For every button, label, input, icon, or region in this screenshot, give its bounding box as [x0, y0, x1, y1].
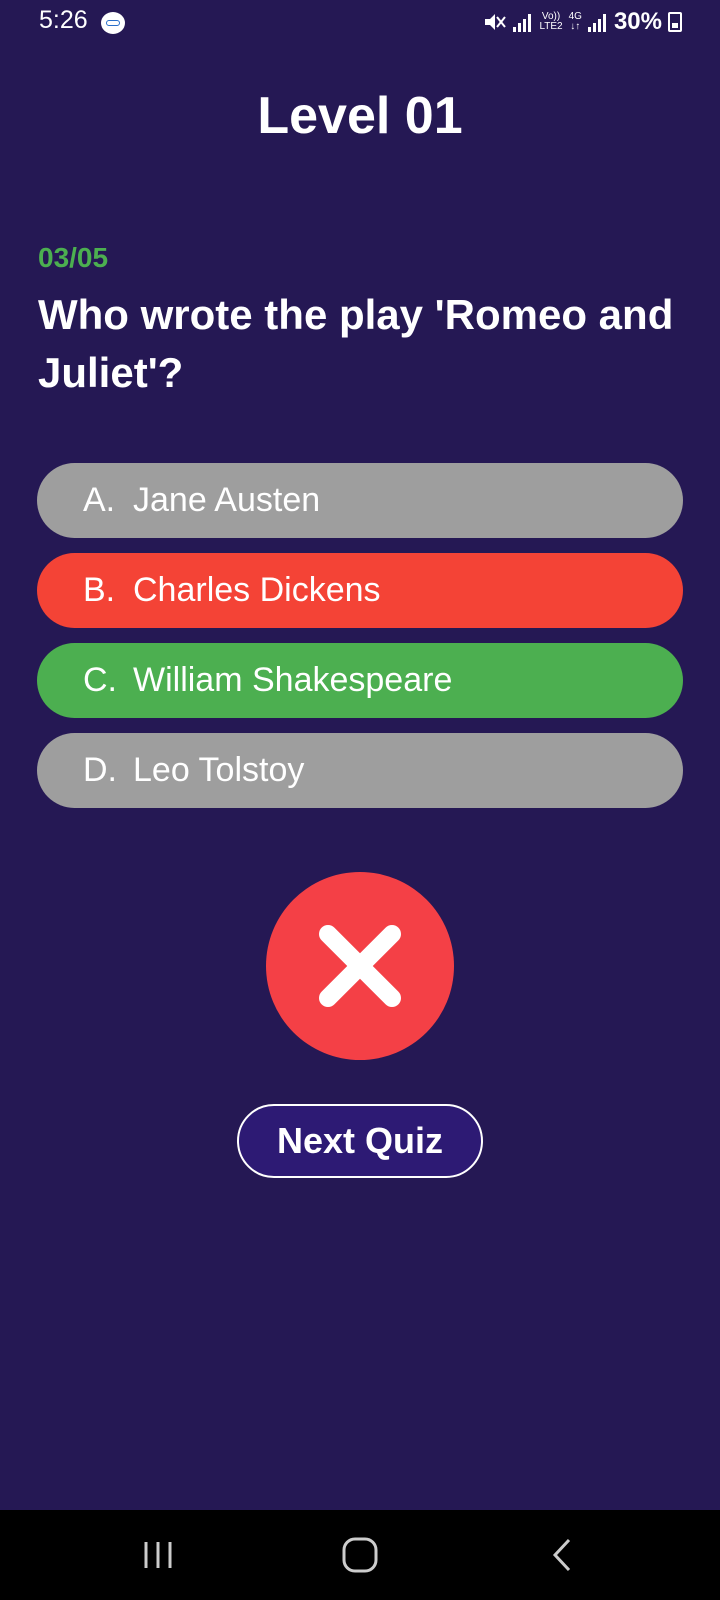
option-d[interactable]: D. Leo Tolstoy: [37, 733, 683, 808]
option-text: William Shakespeare: [133, 661, 453, 699]
option-letter: C.: [83, 661, 117, 699]
option-letter: A.: [83, 481, 116, 519]
option-text: Leo Tolstoy: [133, 751, 305, 789]
network-4g-label: 4G ↓↑: [568, 11, 582, 32]
signal-icon: [513, 12, 533, 32]
wrong-answer-indicator: [266, 872, 454, 1060]
battery-icon: [668, 12, 682, 32]
home-icon[interactable]: [335, 1530, 385, 1580]
option-text: Charles Dickens: [133, 571, 381, 609]
option-c[interactable]: C. William Shakespeare: [37, 643, 683, 718]
back-icon[interactable]: [537, 1530, 587, 1580]
option-text: Jane Austen: [133, 481, 321, 519]
option-b[interactable]: B. Charles Dickens: [37, 553, 683, 628]
mute-icon: [485, 14, 507, 30]
option-letter: D.: [83, 751, 117, 789]
system-nav-bar: [0, 1510, 720, 1600]
status-bar: 5:26 Vo)) LTE2 4G ↓↑ 30%: [0, 0, 720, 48]
question-progress: 03/05: [38, 242, 109, 273]
option-letter: B.: [83, 571, 116, 609]
status-time: 5:26: [39, 6, 88, 34]
answer-options: A. Jane Austen B. Charles Dickens C. Wil…: [37, 463, 683, 823]
status-icons: Vo)) LTE2 4G ↓↑ 30%: [483, 8, 682, 36]
close-icon: [319, 925, 401, 1007]
question-text: Who wrote the play 'Romeo and Juliet'?: [38, 291, 674, 396]
recent-apps-icon[interactable]: [133, 1530, 183, 1580]
next-quiz-button[interactable]: Next Quiz: [237, 1104, 483, 1178]
level-title: Level 01: [257, 87, 463, 145]
option-a[interactable]: A. Jane Austen: [37, 463, 683, 538]
battery-percentage: 30%: [613, 8, 662, 35]
signal-icon: [587, 12, 608, 32]
app-notification-icon: [101, 12, 125, 34]
volte-label: Vo)) LTE2: [539, 11, 563, 32]
